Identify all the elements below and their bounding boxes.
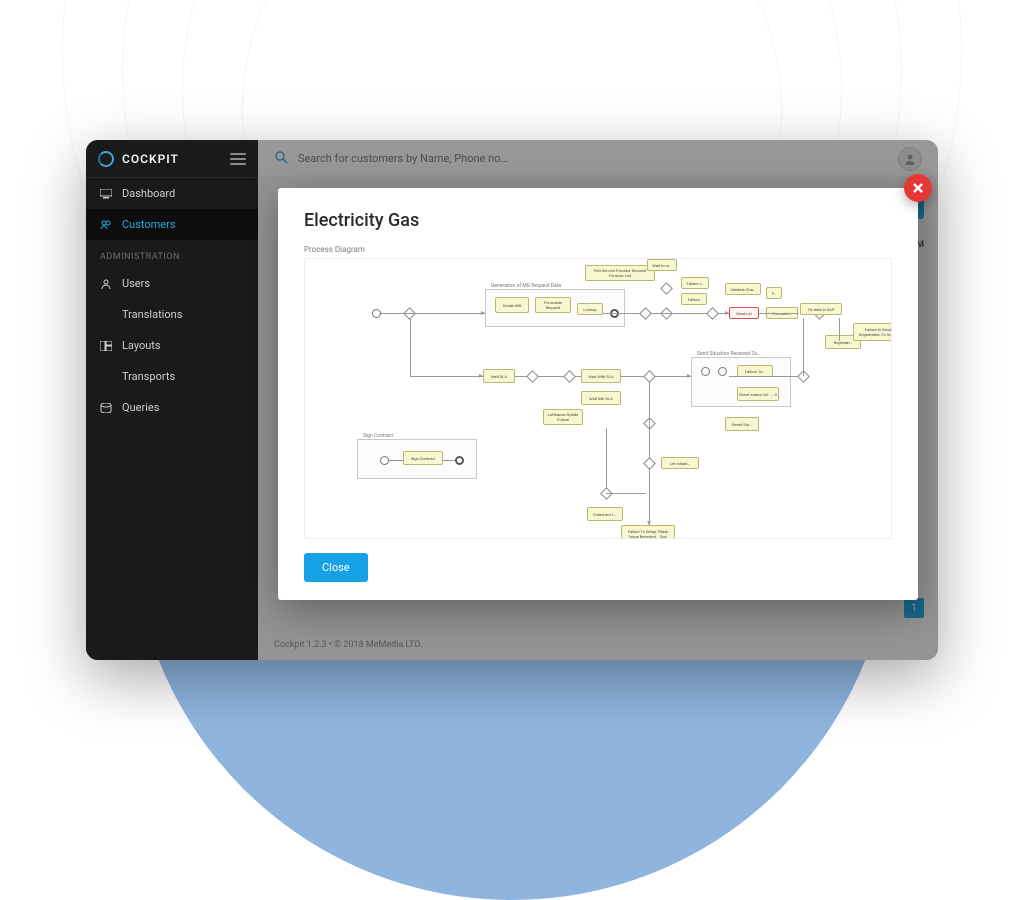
- task: Send Let: [729, 307, 759, 319]
- end-event: [455, 456, 464, 465]
- process-diagram[interactable]: Generation of MG Request Data Send Situa…: [304, 258, 892, 539]
- task: PoD Service Provider Request Formula Lis…: [585, 265, 655, 281]
- task: Reset status Cnt → 0: [737, 387, 779, 401]
- task: Let Initiati…: [661, 457, 699, 469]
- lane-title: Send Situation Received Su…: [695, 351, 763, 357]
- task: Wait to re…: [647, 259, 677, 271]
- task: Lookup: [577, 303, 603, 315]
- user-icon: [100, 279, 112, 289]
- intermediate-event: [718, 367, 727, 376]
- app-window: COCKPIT Dashboard Customers ADMINISTRATI…: [86, 140, 938, 660]
- close-icon[interactable]: [904, 174, 932, 202]
- task: F…: [766, 287, 782, 299]
- task: Reset Stu…: [725, 417, 759, 431]
- task: Wait With SLA: [581, 369, 621, 383]
- task: Failed but L…: [587, 507, 623, 521]
- menu-toggle-icon[interactable]: [230, 153, 246, 165]
- task: Wait IND SLA: [581, 391, 621, 405]
- sidebar-item-label: Transports: [122, 370, 175, 383]
- queries-icon: [100, 403, 112, 413]
- sidebar-item-label: Queries: [122, 401, 159, 414]
- sidebar-item-label: Layouts: [122, 339, 161, 352]
- start-event: [372, 309, 381, 318]
- main-area: + New DIAGRAM 1 Cockpit 1.2.3 • © 2018 M…: [258, 140, 938, 660]
- lane-title: Generation of MG Request Data: [489, 283, 563, 289]
- sidebar-item-queries[interactable]: Queries: [86, 392, 258, 423]
- lane-title: Sign Contract: [361, 433, 395, 439]
- sidebar-header: COCKPIT: [86, 140, 258, 178]
- task: Failure to Send Registration To Invo…: [853, 323, 892, 341]
- sidebar: COCKPIT Dashboard Customers ADMINISTRATI…: [86, 140, 258, 660]
- sidebar-item-transports[interactable]: Transports: [86, 361, 258, 392]
- task: Failure To Setup TRask Issue Received _ …: [621, 525, 675, 539]
- task: Sign Contract: [403, 451, 443, 465]
- sidebar-item-label: Dashboard: [122, 187, 175, 200]
- sidebar-item-translations[interactable]: Translations: [86, 299, 258, 330]
- modal-title: Electricity Gas: [304, 210, 892, 231]
- gateway: [660, 282, 673, 295]
- process-diagram-modal: Electricity Gas Process Diagram Generati…: [278, 188, 918, 600]
- logo-icon: [98, 151, 114, 167]
- task: Lufthansa Syllabi Follow: [543, 409, 583, 425]
- sidebar-item-label: Translations: [122, 308, 182, 321]
- close-button[interactable]: Close: [304, 553, 368, 582]
- sidebar-item-customers[interactable]: Customers: [86, 209, 258, 240]
- task: Validate Cha…: [725, 283, 761, 295]
- task: Failure t…: [681, 277, 709, 289]
- task: Wait SLA: [483, 369, 515, 383]
- layouts-icon: [100, 341, 112, 351]
- task: Create MG: [495, 297, 529, 313]
- task: Fix data in SAP: [800, 303, 842, 315]
- sidebar-item-users[interactable]: Users: [86, 268, 258, 299]
- sidebar-group-administration: ADMINISTRATION: [86, 240, 258, 268]
- dashboard-icon: [100, 189, 112, 199]
- task: Formulate Request: [535, 297, 571, 313]
- brand-text: COCKPIT: [122, 152, 179, 166]
- intermediate-event: [701, 367, 710, 376]
- sidebar-item-layouts[interactable]: Layouts: [86, 330, 258, 361]
- start-event: [380, 456, 389, 465]
- task: Failure: [681, 293, 707, 305]
- modal-subtitle: Process Diagram: [304, 245, 892, 254]
- sidebar-item-label: Customers: [122, 218, 176, 231]
- sidebar-item-label: Users: [122, 277, 150, 290]
- sidebar-item-dashboard[interactable]: Dashboard: [86, 178, 258, 209]
- customers-icon: [100, 220, 112, 230]
